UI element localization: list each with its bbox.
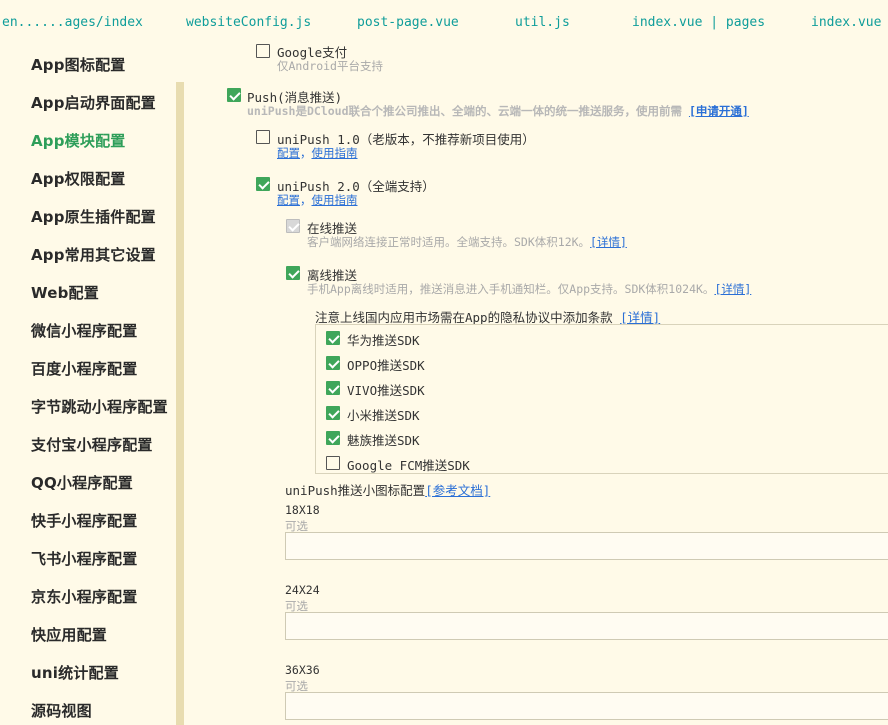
- config-sidebar: App图标配置 App启动界面配置 App模块配置 App权限配置 App原生插…: [0, 44, 185, 725]
- sdk-vivo-checkbox[interactable]: [326, 381, 340, 395]
- sdk-meizu-label: 魅族推送SDK: [347, 433, 420, 448]
- sidebar-item-jd-mp[interactable]: 京东小程序配置: [31, 586, 137, 607]
- icon-24-size: 24X24: [285, 583, 320, 597]
- sidebar-item-baidu-mp[interactable]: 百度小程序配置: [31, 358, 137, 379]
- unipush1-config-link[interactable]: 配置: [277, 146, 300, 160]
- unipush2-links: 配置，使用指南: [277, 193, 358, 207]
- sidebar-item-uni-stat[interactable]: uni统计配置: [31, 662, 119, 683]
- icon-36-size: 36X36: [285, 663, 320, 677]
- sidebar-item-alipay-mp[interactable]: 支付宝小程序配置: [31, 434, 153, 455]
- sidebar-item-app-other-settings[interactable]: App常用其它设置: [31, 244, 156, 265]
- icon-24-input[interactable]: [285, 612, 888, 640]
- online-push-desc: 客户端网络连接正常时适用。全端支持。SDK体积12K。[详情]: [307, 235, 627, 249]
- tab-post-page[interactable]: post-page.vue: [357, 15, 459, 30]
- unipush2-guide-link[interactable]: 使用指南: [312, 193, 358, 207]
- sdk-huawei-checkbox[interactable]: [326, 331, 340, 345]
- sidebar-item-app-permissions[interactable]: App权限配置: [31, 168, 125, 189]
- small-icon-doc-link[interactable]: [参考文档]: [425, 483, 490, 498]
- unipush1-checkbox[interactable]: [256, 130, 270, 144]
- sdk-xiaomi-checkbox[interactable]: [326, 406, 340, 420]
- tab-website-config[interactable]: websiteConfig.js: [186, 15, 311, 30]
- sdk-fcm-label: Google FCM推送SDK: [347, 458, 470, 473]
- sidebar-item-app-icon[interactable]: App图标配置: [31, 54, 125, 75]
- unipush2-config-link[interactable]: 配置: [277, 193, 300, 207]
- sidebar-item-weixin-mp[interactable]: 微信小程序配置: [31, 320, 137, 341]
- online-push-checkbox: [286, 219, 300, 233]
- online-detail-link[interactable]: [详情]: [590, 235, 627, 249]
- sidebar-item-kuaishou-mp[interactable]: 快手小程序配置: [31, 510, 137, 531]
- sidebar-item-toutiao-mp[interactable]: 字节跳动小程序配置: [31, 396, 168, 417]
- apply-link[interactable]: [申请开通]: [689, 104, 749, 118]
- sidebar-item-feishu-mp[interactable]: 飞书小程序配置: [31, 548, 137, 569]
- sdk-oppo-checkbox[interactable]: [326, 356, 340, 370]
- module-config-panel: Google支付 仅Android平台支持 Push(消息推送) uniPush…: [185, 44, 888, 725]
- icon-18-size: 18X18: [285, 503, 320, 517]
- sidebar-item-quickapp[interactable]: 快应用配置: [31, 624, 107, 645]
- tab-util[interactable]: util.js: [515, 15, 570, 30]
- google-pay-note: 仅Android平台支持: [277, 59, 383, 73]
- unipush1-guide-link[interactable]: 使用指南: [312, 146, 358, 160]
- tab-index-vue-pages[interactable]: index.vue | pages: [632, 15, 765, 30]
- google-pay-checkbox[interactable]: [256, 44, 270, 58]
- sdk-huawei-label: 华为推送SDK: [347, 333, 420, 348]
- sdk-xiaomi-label: 小米推送SDK: [347, 408, 420, 423]
- icon-18-input[interactable]: [285, 532, 888, 560]
- sdk-oppo-label: OPPO推送SDK: [347, 358, 425, 373]
- tab-pages-index[interactable]: en......ages/index: [2, 15, 143, 30]
- sdk-vivo-label: VIVO推送SDK: [347, 383, 425, 398]
- sdk-meizu-checkbox[interactable]: [326, 431, 340, 445]
- push-checkbox[interactable]: [227, 88, 241, 102]
- small-icon-title: uniPush推送小图标配置[参考文档]: [285, 483, 491, 498]
- tab-index-vue[interactable]: index.vue |: [811, 15, 888, 30]
- sidebar-scrollbar[interactable]: [176, 82, 184, 725]
- sidebar-item-app-splash[interactable]: App启动界面配置: [31, 92, 156, 113]
- sidebar-item-qq-mp[interactable]: QQ小程序配置: [31, 472, 133, 493]
- sidebar-item-app-native-plugins[interactable]: App原生插件配置: [31, 206, 156, 227]
- unipush2-checkbox[interactable]: [256, 177, 270, 191]
- sidebar-item-source-view[interactable]: 源码视图: [31, 700, 92, 721]
- editor-tab-bar: en......ages/index websiteConfig.js post…: [0, 0, 888, 44]
- unipush1-links: 配置，使用指南: [277, 146, 358, 160]
- icon-36-input[interactable]: [285, 692, 888, 720]
- sidebar-item-app-modules[interactable]: App模块配置: [31, 130, 125, 151]
- privacy-detail-link[interactable]: [详情]: [620, 310, 660, 325]
- push-desc: uniPush是DCloud联合个推公司推出、全端的、云端一体的统一推送服务，使…: [247, 104, 749, 118]
- sidebar-item-web[interactable]: Web配置: [31, 282, 99, 303]
- offline-sdk-list: 华为推送SDK OPPO推送SDK VIVO推送SDK 小米推送SDK 魅族推送…: [315, 324, 888, 474]
- offline-detail-link[interactable]: [详情]: [714, 282, 751, 296]
- offline-push-desc: 手机App离线时适用，推送消息进入手机通知栏。仅App支持。SDK体积1024K…: [307, 282, 752, 296]
- sdk-fcm-checkbox[interactable]: [326, 456, 340, 470]
- offline-push-checkbox[interactable]: [286, 266, 300, 280]
